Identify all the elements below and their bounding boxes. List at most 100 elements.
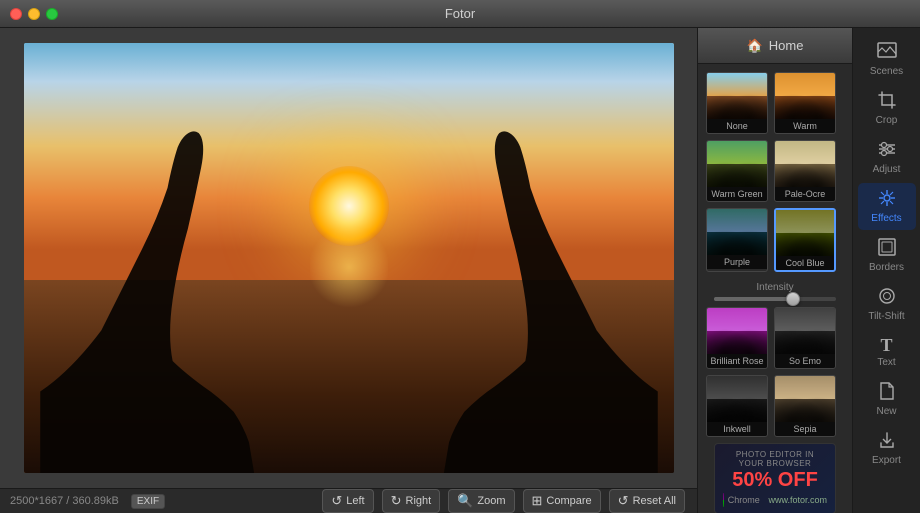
rotate-left-button[interactable]: ↺ Left [322,489,373,513]
fotor-url: www.fotor.com [768,495,827,505]
effect-purple[interactable]: Purple [706,208,768,272]
app-title: Fotor [445,6,475,21]
effect-warm-green[interactable]: Warm Green [706,140,768,202]
zoom-icon: 🔍 [457,493,473,509]
effect-row-2: Warm Green Pale-Ocre [706,140,844,202]
compare-icon: ⊞ [532,493,543,509]
sidebar-item-crop[interactable]: Crop [858,85,916,132]
reset-button[interactable]: ↺ Reset All [609,489,685,513]
minimize-button[interactable] [28,8,40,20]
left-label: Left [346,495,364,507]
slider-fill [714,297,793,301]
chrome-icon [723,493,724,507]
effect-row-3: Purple Cool Blue [706,208,844,272]
effects-icon [877,189,897,210]
rotate-right-icon: ↻ [391,493,402,509]
canvas-area: 2500*1667 / 360.89kB EXIF ↺ Left ↻ Right… [0,28,697,513]
ad-banner[interactable]: PHOTO EDITOR IN YOUR BROWSER 50% OFF Chr… [714,443,836,513]
effect-warm-green-label: Warm Green [707,187,767,201]
ad-bottom: Chrome www.fotor.com [723,493,827,507]
sidebar-item-effects[interactable]: Effects [858,183,916,230]
effect-row-5: Inkwell Sepia [706,375,844,437]
image-container [0,28,697,488]
file-info: 2500*1667 / 360.89kB [10,495,119,507]
effect-so-emo-label: So Emo [775,354,835,368]
effect-row-4: Brilliant Rose So Emo [706,307,844,369]
sidebar-item-scenes[interactable]: Scenes [858,36,916,83]
zoom-label: Zoom [477,495,505,507]
scenes-icon [877,42,897,63]
new-label: New [876,406,896,417]
export-label: Export [872,455,901,466]
sidebar-item-borders[interactable]: Borders [858,232,916,279]
effect-row-1: None Warm [706,72,844,134]
right-sidebar: Scenes Crop Ad [852,28,920,513]
effect-warm-label: Warm [775,119,835,133]
right-label: Right [406,495,432,507]
reset-label: Reset All [633,495,676,507]
adjust-label: Adjust [873,164,901,175]
effect-so-emo[interactable]: So Emo [774,307,836,369]
slider-thumb[interactable] [786,292,800,306]
fotor-logo [764,493,765,507]
effect-inkwell-label: Inkwell [707,422,767,436]
ad-top-text: PHOTO EDITOR IN YOUR BROWSER [723,450,827,468]
effect-inkwell[interactable]: Inkwell [706,375,768,437]
export-icon [878,431,896,452]
tilt-shift-icon [877,287,897,308]
chrome-label: Chrome [728,495,760,505]
home-button[interactable]: 🏠 Home [698,28,852,64]
window-controls[interactable] [10,8,58,20]
compare-button[interactable]: ⊞ Compare [523,489,601,513]
home-label: Home [769,38,804,53]
intensity-slider[interactable] [714,297,836,301]
ad-discount: 50% OFF [723,470,827,490]
compare-label: Compare [546,495,591,507]
effect-pale-ocre[interactable]: Pale-Ocre [774,140,836,202]
sidebar-item-export[interactable]: Export [858,425,916,472]
effect-none[interactable]: None [706,72,768,134]
maximize-button[interactable] [46,8,58,20]
intensity-label: Intensity [714,282,836,293]
effect-brilliant-rose[interactable]: Brilliant Rose [706,307,768,369]
crop-label: Crop [876,115,898,126]
crop-icon [878,91,896,112]
effect-pale-ocre-label: Pale-Ocre [775,187,835,201]
photo-frame [24,43,674,473]
effect-sepia[interactable]: Sepia [774,375,836,437]
bottle-glow [310,224,388,310]
sidebar-item-new[interactable]: New [858,376,916,423]
effect-warm[interactable]: Warm [774,72,836,134]
scenes-label: Scenes [870,66,903,77]
effects-label: Effects [871,213,901,224]
rotate-left-icon: ↺ [331,493,342,509]
effect-purple-label: Purple [707,255,767,269]
effect-cool-blue-label: Cool Blue [776,256,834,270]
effect-brilliant-rose-label: Brilliant Rose [707,354,767,368]
bottom-toolbar: 2500*1667 / 360.89kB EXIF ↺ Left ↻ Right… [0,488,697,513]
text-label: Text [877,357,895,368]
text-icon: T [880,336,892,354]
home-icon: 🏠 [747,38,763,54]
reset-icon: ↺ [618,493,629,509]
effects-panel: 🏠 Home None [697,28,852,513]
new-icon [879,382,895,403]
close-button[interactable] [10,8,22,20]
zoom-button[interactable]: 🔍 Zoom [448,489,514,513]
effects-grid: None Warm [698,64,852,513]
effect-sepia-label: Sepia [775,422,835,436]
adjust-icon [877,140,897,161]
sidebar-item-adjust[interactable]: Adjust [858,134,916,181]
tilt-shift-label: Tilt-Shift [868,311,904,322]
titlebar: Fotor [0,0,920,28]
exif-button[interactable]: EXIF [131,494,165,509]
rotate-right-button[interactable]: ↻ Right [382,489,441,513]
sidebar-item-tilt-shift[interactable]: Tilt-Shift [858,281,916,328]
sidebar-item-text[interactable]: T Text [858,330,916,374]
main-content: 2500*1667 / 360.89kB EXIF ↺ Left ↻ Right… [0,28,920,513]
effect-none-label: None [707,119,767,133]
borders-label: Borders [869,262,904,273]
intensity-row: Intensity [706,278,844,307]
effect-cool-blue[interactable]: Cool Blue [774,208,836,272]
borders-icon [878,238,896,259]
